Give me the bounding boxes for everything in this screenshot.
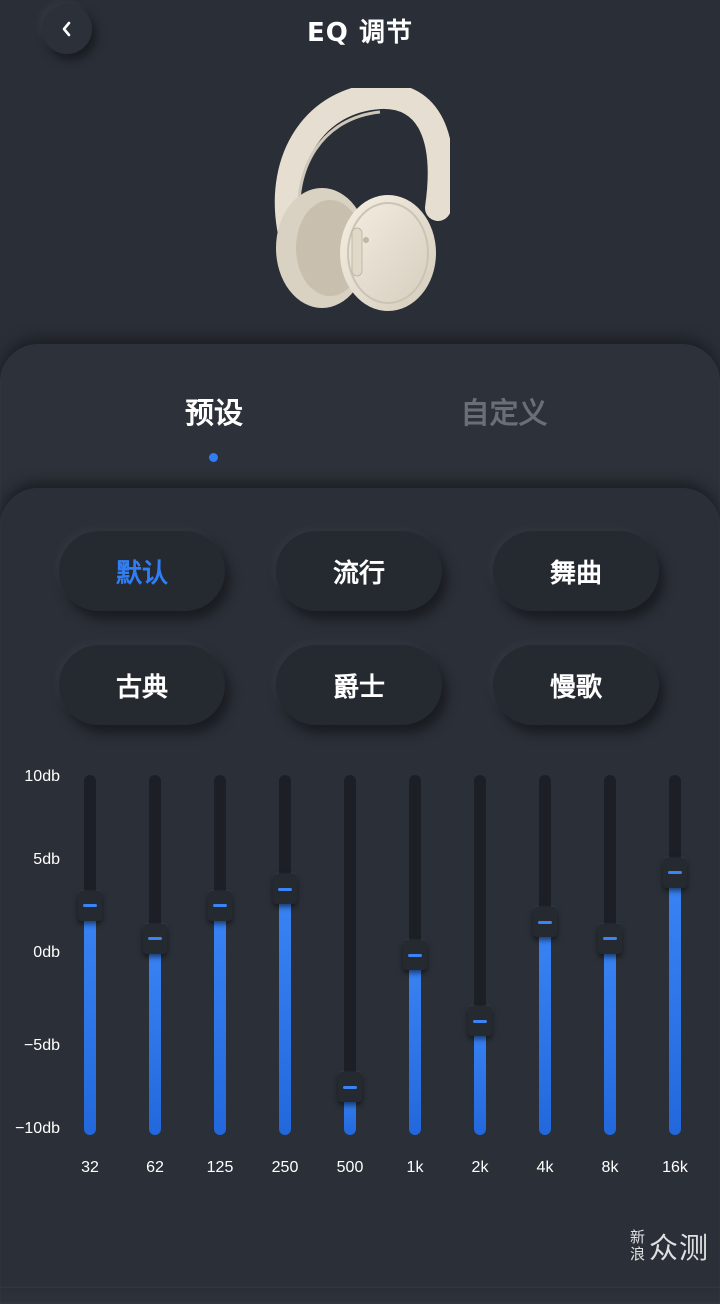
eq-freq-label: 125 bbox=[206, 1159, 234, 1176]
preset-button-jazz[interactable]: 爵士 bbox=[276, 645, 442, 725]
eq-slider-fill-62 bbox=[149, 938, 161, 1135]
y-label-5db: 5db bbox=[33, 851, 60, 868]
eq-slider-handle-1k[interactable] bbox=[403, 940, 427, 970]
handle-indicator bbox=[603, 937, 617, 940]
handle-indicator bbox=[668, 871, 682, 874]
handle-indicator bbox=[213, 904, 227, 907]
y-label-minus5db: −5db bbox=[23, 1037, 60, 1054]
tab-custom[interactable]: 自定义 bbox=[424, 390, 584, 432]
y-label-10db: 10db bbox=[24, 768, 60, 785]
y-label-0db: 0db bbox=[33, 944, 60, 961]
eq-slider-handle-32[interactable] bbox=[78, 890, 102, 921]
handle-indicator bbox=[473, 1019, 487, 1023]
watermark-small: 新 浪 bbox=[630, 1229, 645, 1263]
watermark-small-bottom: 浪 bbox=[630, 1245, 646, 1263]
eq-slider-fill-16k bbox=[669, 872, 681, 1135]
eq-freq-label: 62 bbox=[146, 1159, 164, 1176]
eq-freq-label: 500 bbox=[336, 1159, 364, 1176]
preset-button-default[interactable]: 默认 bbox=[59, 531, 225, 611]
headphones-image bbox=[270, 83, 454, 318]
eq-freq-label: 16k bbox=[662, 1159, 688, 1176]
preset-button-classical[interactable]: 古典 bbox=[59, 645, 225, 725]
tab-preset[interactable]: 预设 bbox=[134, 390, 294, 432]
handle-indicator bbox=[148, 937, 162, 940]
eq-slider-handle-500[interactable] bbox=[338, 1072, 362, 1102]
eq-slider-handle-250[interactable] bbox=[273, 874, 297, 904]
preset-button-pop[interactable]: 流行 bbox=[276, 531, 442, 611]
preset-button-slow[interactable]: 慢歌 bbox=[493, 645, 659, 725]
handle-indicator bbox=[408, 953, 422, 957]
handle-indicator bbox=[278, 887, 292, 891]
watermark-big: 众测 bbox=[649, 1231, 710, 1265]
watermark-small-top: 新 bbox=[630, 1228, 646, 1246]
eq-slider-fill-1k bbox=[409, 955, 421, 1135]
eq-slider-handle-125[interactable] bbox=[208, 890, 232, 921]
eq-slider-handle-4k[interactable] bbox=[533, 907, 557, 937]
eq-freq-label: 2k bbox=[471, 1159, 489, 1176]
page-title: EQ 调节 bbox=[307, 18, 413, 48]
eq-slider-fill-4k bbox=[539, 922, 551, 1135]
eq-freq-label: 1k bbox=[406, 1159, 424, 1176]
watermark: 新 浪 众测 bbox=[630, 1226, 716, 1266]
eq-slider-fill-250 bbox=[279, 889, 291, 1135]
eq-freq-label: 250 bbox=[271, 1159, 299, 1176]
eq-slider-handle-62[interactable] bbox=[143, 923, 167, 954]
y-label-minus10db: −10db bbox=[15, 1120, 60, 1137]
handle-indicator bbox=[538, 920, 552, 924]
eq-slider-handle-16k[interactable] bbox=[663, 857, 687, 888]
eq-freq-label: 32 bbox=[81, 1159, 99, 1176]
header: EQ 调节 bbox=[0, 0, 720, 70]
preset-button-dance[interactable]: 舞曲 bbox=[493, 531, 659, 611]
active-tab-indicator bbox=[209, 453, 218, 462]
eq-freq-label: 4k bbox=[536, 1159, 554, 1176]
eq-slider-fill-2k bbox=[474, 1021, 486, 1135]
eq-freq-label: 8k bbox=[601, 1159, 619, 1176]
handle-indicator bbox=[343, 1085, 357, 1089]
eq-slider-fill-125 bbox=[214, 905, 226, 1135]
handle-indicator bbox=[83, 904, 97, 907]
eq-slider-handle-8k[interactable] bbox=[598, 923, 622, 954]
eq-slider-fill-32 bbox=[84, 905, 96, 1135]
eq-slider-handle-2k[interactable] bbox=[468, 1006, 492, 1036]
eq-slider-fill-8k bbox=[604, 938, 616, 1135]
